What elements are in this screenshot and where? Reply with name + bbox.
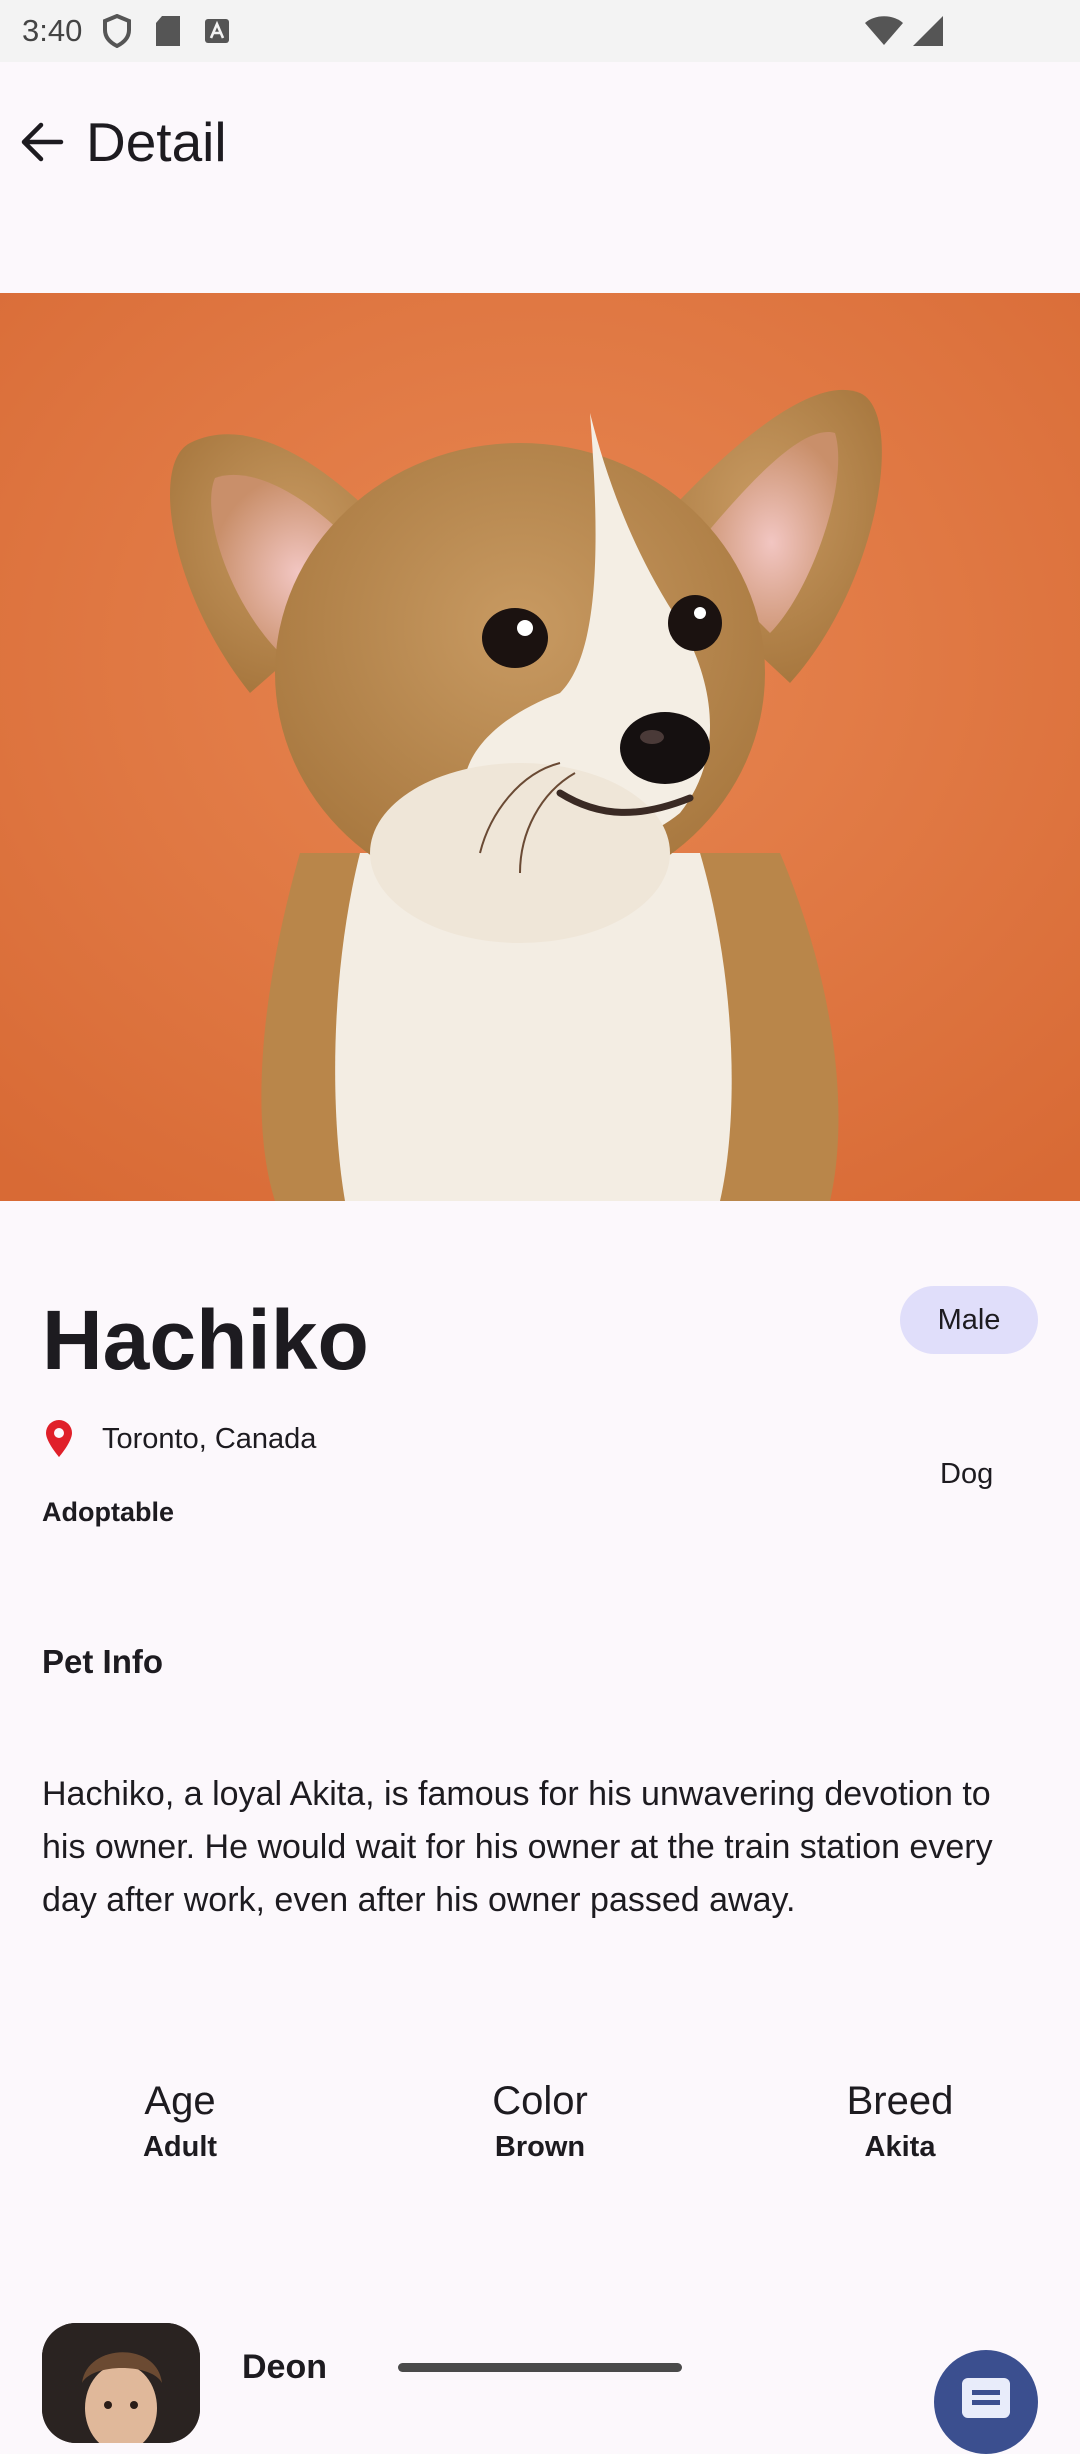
info-age: Age Adult [30,2075,330,2167]
info-color-label: Color [492,2079,588,2123]
message-button[interactable] [934,2350,1038,2454]
owner-avatar[interactable] [42,2323,200,2443]
info-breed: Breed Akita [750,2075,1050,2167]
back-button[interactable] [12,112,72,172]
info-age-label: Age [144,2079,216,2123]
sd-card-icon [156,16,181,46]
status-icons-right [864,15,944,47]
section-title-pet-info: Pet Info [42,1643,163,1680]
top-app-bar: Detail [0,62,1080,292]
dog-illustration [0,293,1080,1201]
font-a-icon [205,19,230,43]
shield-icon [103,14,132,48]
info-age-value: Adult [142,2131,218,2163]
adoption-status: Adoptable [42,1497,174,1527]
status-icons-left [102,14,230,48]
page-title: Detail [86,111,227,173]
info-breed-label: Breed [846,2079,954,2123]
location-pin-icon [46,1420,72,1457]
status-bar: 3:40 [0,0,1080,62]
pet-name: Hachiko [42,1293,369,1387]
owner-name: Deon [242,2348,327,2386]
location-row: Toronto, Canada [42,1420,316,1458]
cell-signal-icon [913,16,943,46]
message-icon [962,2378,1010,2418]
species-label: Dog [940,1458,994,1490]
gender-label: Male [937,1303,1001,1336]
pet-description: Hachiko, a loyal Akita, is famous for hi… [42,1775,993,1919]
gesture-nav-handle[interactable] [398,2363,682,2372]
wifi-icon [865,16,903,45]
info-color: Color Brown [390,2075,690,2167]
location-text: Toronto, Canada [102,1422,317,1455]
pet-info-row: Age Adult Color Brown Breed Akita [0,2075,1080,2185]
info-color-value: Brown [494,2131,586,2163]
owner-portrait [42,2323,200,2443]
pet-photo [0,293,1080,1201]
arrow-left-icon [21,122,64,162]
info-breed-value: Akita [864,2131,936,2163]
status-time: 3:40 [22,13,83,48]
gender-chip: Male [900,1286,1038,1354]
